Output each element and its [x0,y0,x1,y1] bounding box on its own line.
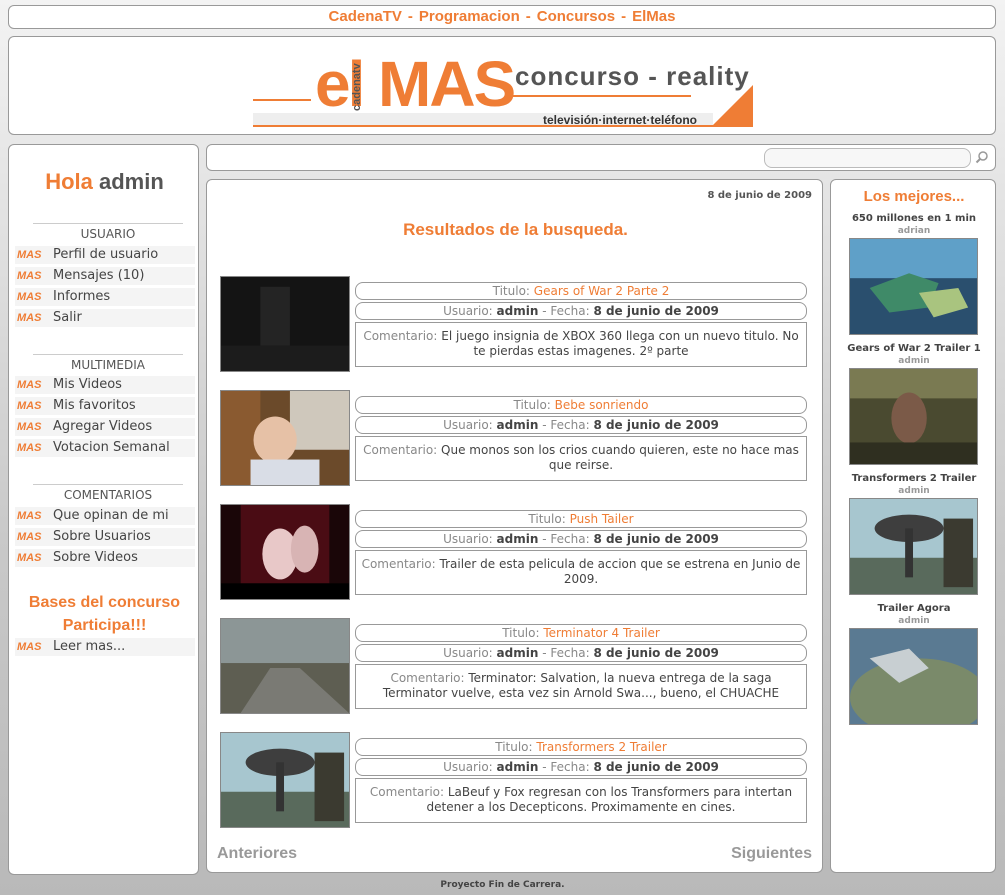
result-title-row: Titulo: Bebe sonriendo [355,396,807,414]
logo-mas-text: MAS [378,48,516,120]
result-title-link[interactable]: Bebe sonriendo [555,398,649,412]
sidebar-item-favoritos[interactable]: MAS Mis favoritos [15,397,195,415]
section-title-comentarios: COMENTARIOS [33,484,183,502]
main-content: 8 de junio de 2009 Resultados de la busq… [206,179,823,873]
video-thumbnail[interactable] [220,732,350,828]
result-title-row: Titulo: Transformers 2 Trailer [355,738,807,756]
next-page-link[interactable]: Siguientes [731,845,812,863]
username: admin [99,169,164,194]
best-video-thumbnail[interactable] [849,238,978,335]
result-comment: Comentario: Que monos son los crios cuan… [355,436,807,481]
sidebar-item-salir[interactable]: MAS Salir [15,309,195,327]
logo-channels: televisión·internet·teléfono [543,113,698,127]
nav-link-concursos[interactable]: Concursos [537,8,615,25]
section-title-multimedia: MULTIMEDIA [33,354,183,372]
result-comment: Comentario: Trailer de esta pelicula de … [355,550,807,595]
banner: el cadenatv MAS concurso - reality telev… [8,36,996,135]
best-videos-title: Los mejores... [863,188,965,205]
result-meta-row: Usuario: admin - Fecha: 8 de junio de 20… [355,530,807,548]
sidebar-item-sobre-usuarios[interactable]: MAS Sobre Usuarios [15,528,195,546]
search-icon[interactable] [975,150,989,164]
video-thumbnail[interactable] [220,390,350,486]
result-title-link[interactable]: Push Tailer [570,512,634,526]
result-meta-row: Usuario: admin - Fecha: 8 de junio de 20… [355,302,807,320]
sidebar-item-mis-videos[interactable]: MAS Mis Videos [15,376,195,394]
sidebar-item-informes[interactable]: MAS Informes [15,288,195,306]
page-title: Resultados de la busqueda. [403,220,628,239]
result-title-link[interactable]: Gears of War 2 Parte 2 [534,284,670,298]
result-comment: Comentario: LaBeuf y Fox regresan con lo… [355,778,807,823]
result-item: Titulo: Bebe sonriendo Usuario: admin - … [220,390,810,488]
best-video-title[interactable]: Transformers 2 Trailer [831,473,997,484]
best-video-thumbnail[interactable] [849,498,978,595]
result-title-row: Titulo: Gears of War 2 Parte 2 [355,282,807,300]
best-video-user: admin [898,486,930,496]
best-videos-sidebar: Los mejores... 650 millones en 1 min adr… [830,179,996,873]
logo-cadena-text: cadenatv [351,63,363,111]
best-video-title[interactable]: Gears of War 2 Trailer 1 [831,343,997,354]
result-comment: Comentario: El juego insignia de XBOX 36… [355,322,807,367]
sidebar-item-agregar-videos[interactable]: MAS Agregar Videos [15,418,195,436]
previous-page-link[interactable]: Anteriores [217,845,297,863]
video-thumbnail[interactable] [220,276,350,372]
top-navigation-bar: CadenaTV - Programacion - Concursos - ElMas [8,5,996,29]
nav-link-elmas[interactable]: ElMas [632,8,675,25]
sidebar-item-votacion[interactable]: MAS Votacion Semanal [15,439,195,457]
sidebar-item-mensajes[interactable]: MAS Mensajes (10) [15,267,195,285]
footer-text: Proyecto Fin de Carrera. [440,880,565,890]
sidebar-item-perfil[interactable]: MAS Perfil de usuario [15,246,195,264]
best-video-thumbnail[interactable] [849,628,978,725]
nav-link-cadenatv[interactable]: CadenaTV [329,8,402,25]
search-input[interactable] [764,148,971,168]
best-video-title[interactable]: Trailer Agora [831,603,997,614]
bases-concurso-heading: Bases del concurso Participa!!! [28,594,181,634]
logo-line [253,99,311,101]
sidebar-item-opinan[interactable]: MAS Que opinan de mi [15,507,195,525]
result-item: Titulo: Push Tailer Usuario: admin - Fec… [220,504,810,602]
best-video-user: admin [898,616,930,626]
result-title-link[interactable]: Terminator 4 Trailer [543,626,659,640]
greeting: Hola admin [45,169,164,194]
best-video-user: adrian [897,226,931,236]
result-title-row: Titulo: Terminator 4 Trailer [355,624,807,642]
elmas-logo[interactable]: el cadenatv MAS concurso - reality telev… [253,48,753,127]
video-thumbnail[interactable] [220,618,350,714]
result-meta-row: Usuario: admin - Fecha: 8 de junio de 20… [355,758,807,776]
result-title-row: Titulo: Push Tailer [355,510,807,528]
result-meta-row: Usuario: admin - Fecha: 8 de junio de 20… [355,644,807,662]
result-meta-row: Usuario: admin - Fecha: 8 de junio de 20… [355,416,807,434]
result-comment: Comentario: Terminator: Salvation, la nu… [355,664,807,709]
logo-line [511,95,691,97]
sidebar-item-leer-mas[interactable]: MAS Leer mas... [15,638,195,656]
current-date: 8 de junio de 2009 [707,190,812,201]
nav-link-programacion[interactable]: Programacion [419,8,520,25]
video-thumbnail[interactable] [220,504,350,600]
search-bar [206,144,996,171]
result-title-link[interactable]: Transformers 2 Trailer [536,740,666,754]
result-item: Titulo: Gears of War 2 Parte 2 Usuario: … [220,276,810,374]
logo-tagline: concurso - reality [515,61,750,91]
section-title-usuario: USUARIO [33,223,183,241]
left-sidebar: Hola admin USUARIO MAS Perfil de usuario … [8,144,199,875]
result-item: Titulo: Terminator 4 Trailer Usuario: ad… [220,618,810,716]
best-video-thumbnail[interactable] [849,368,978,465]
best-video-user: admin [898,356,930,366]
sidebar-item-sobre-videos[interactable]: MAS Sobre Videos [15,549,195,567]
best-video-title[interactable]: 650 millones en 1 min [831,213,997,224]
result-item: Titulo: Transformers 2 Trailer Usuario: … [220,732,810,830]
